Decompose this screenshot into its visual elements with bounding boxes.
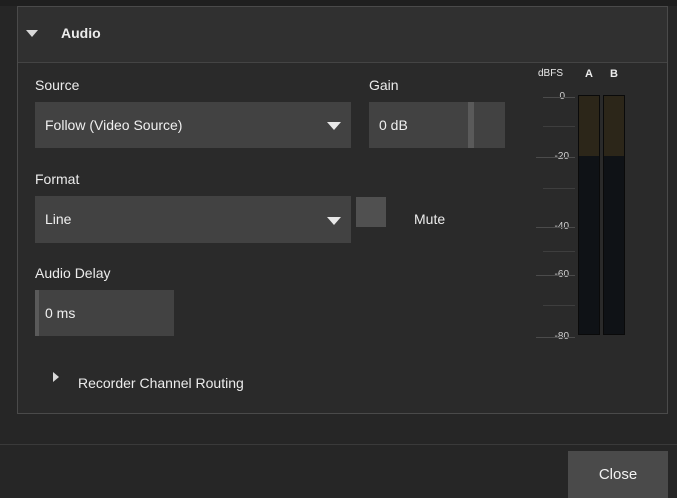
recorder-channel-routing-toggle[interactable]: Recorder Channel Routing <box>78 375 244 391</box>
source-value: Follow (Video Source) <box>45 117 183 133</box>
meter-tick-line <box>536 157 575 158</box>
audio-delay-slider[interactable]: 0 ms <box>35 290 174 336</box>
audio-delay-value: 0 ms <box>45 305 76 321</box>
meter-channel-b-label: B <box>610 68 618 80</box>
source-dropdown[interactable]: Follow (Video Source) <box>35 102 351 148</box>
meter-bar-b <box>603 95 625 335</box>
meter-tick-line <box>543 305 575 306</box>
meter-tick-line <box>543 251 575 252</box>
meter-tick-line <box>536 275 575 276</box>
audio-delay-label: Audio Delay <box>35 265 111 281</box>
chevron-down-icon <box>327 122 341 130</box>
mute-label[interactable]: Mute <box>414 211 445 227</box>
meter-tick-line <box>543 126 575 127</box>
close-button[interactable]: Close <box>568 451 668 498</box>
mute-checkbox[interactable] <box>356 197 386 227</box>
meter-tick-line <box>543 188 575 189</box>
gain-label: Gain <box>369 77 399 93</box>
gain-slider[interactable]: 0 dB <box>369 102 505 148</box>
meter-tick-line <box>536 227 575 228</box>
gain-slider-handle[interactable] <box>468 102 474 148</box>
section-title: Audio <box>61 25 101 41</box>
meter-tick-line <box>536 337 575 338</box>
format-label: Format <box>35 171 80 187</box>
format-dropdown[interactable]: Line <box>35 196 351 243</box>
meter-bar-a <box>578 95 600 335</box>
format-value: Line <box>45 211 72 227</box>
gain-value: 0 dB <box>379 117 408 133</box>
meter-unit-label: dBFS <box>538 68 564 79</box>
footer-divider <box>0 444 677 445</box>
source-label: Source <box>35 77 80 93</box>
meter-tick-line <box>543 97 575 98</box>
chevron-down-icon <box>327 217 341 225</box>
audio-level-meter: dBFS A B 0 -20 -40 -60 -80 <box>513 60 625 352</box>
audio-section-header[interactable]: Audio <box>18 7 667 63</box>
expand-triangle-icon[interactable] <box>53 372 59 382</box>
meter-channel-a-label: A <box>585 68 593 80</box>
audio-delay-slider-handle[interactable] <box>35 290 39 336</box>
collapse-triangle-icon[interactable] <box>26 30 38 37</box>
